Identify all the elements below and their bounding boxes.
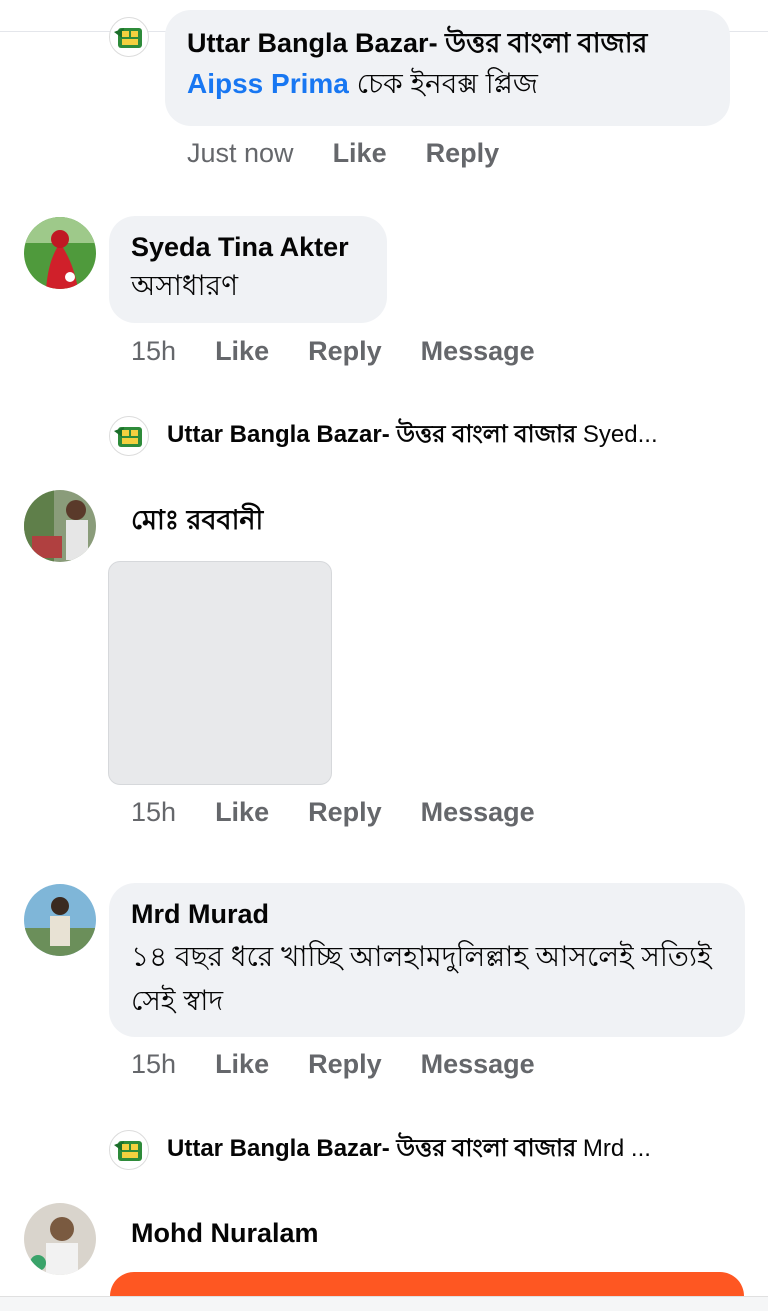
page-avatar[interactable]: [109, 17, 149, 57]
user-photo-icon: [24, 217, 96, 289]
reply-preview[interactable]: Uttar Bangla Bazar- উত্তর বাংলা বাজার Mr…: [109, 1130, 749, 1170]
message-button[interactable]: Message: [421, 336, 535, 367]
reply-preview-snippet: Mrd ...: [576, 1135, 651, 1162]
reply-preview-author: Uttar Bangla Bazar- উত্তর বাংলা বাজার: [167, 1135, 577, 1162]
comment-text-body: চেক ইনবক্স প্লিজ: [348, 68, 538, 99]
reply-button[interactable]: Reply: [308, 336, 382, 367]
like-button[interactable]: Like: [333, 138, 387, 169]
page-avatar: [109, 1130, 149, 1170]
message-button[interactable]: Message: [421, 797, 535, 828]
page-logo-icon: [114, 28, 142, 48]
timestamp[interactable]: 15h: [131, 336, 176, 367]
comment-actions: 15h Like Reply Message: [131, 336, 574, 367]
comment-media-placeholder[interactable]: [108, 561, 332, 785]
reply-bubble: Uttar Bangla Bazar- উত্তর বাংলা বাজার Ai…: [165, 10, 730, 126]
user-photo-icon: [24, 884, 96, 956]
comment-text: ১৪ বছর ধরে খাচ্ছি আলহামদুলিল্লাহ আসলেই স…: [131, 941, 712, 1016]
mention-link[interactable]: Aipss Prima: [187, 68, 349, 99]
avatar[interactable]: [24, 1203, 96, 1275]
reply-preview-text: Uttar Bangla Bazar- উত্তর বাংলা বাজার Sy…: [167, 416, 658, 456]
comment-author[interactable]: Mohd Nuralam: [131, 1216, 319, 1250]
reply-preview-author: Uttar Bangla Bazar- উত্তর বাংলা বাজার: [167, 421, 577, 448]
page-avatar: [109, 416, 149, 456]
comment-actions: 15h Like Reply Message: [131, 797, 574, 828]
avatar[interactable]: [24, 884, 96, 956]
page-logo-icon: [114, 1141, 142, 1161]
reply-button[interactable]: Reply: [426, 138, 500, 169]
reply-preview-snippet: Syed...: [576, 421, 658, 448]
comment-text: Aipss Prima চেক ইনবক্স প্লিজ: [187, 62, 708, 106]
timestamp[interactable]: 15h: [131, 1049, 176, 1080]
comment-author[interactable]: Mrd Murad: [131, 897, 723, 931]
message-button[interactable]: Message: [421, 1049, 535, 1080]
comment-author[interactable]: মোঃ রববানী: [131, 503, 263, 537]
like-button[interactable]: Like: [215, 797, 269, 828]
user-photo-icon: [24, 1203, 96, 1275]
comment-bubble: Mrd Murad ১৪ বছর ধরে খাচ্ছি আলহামদুলিল্ল…: [109, 883, 745, 1037]
reply-preview[interactable]: Uttar Bangla Bazar- উত্তর বাংলা বাজার Sy…: [109, 416, 749, 456]
comment-text: অসাধারণ: [131, 270, 239, 301]
comment-actions: Just now Like Reply: [187, 138, 538, 169]
like-button[interactable]: Like: [215, 336, 269, 367]
avatar[interactable]: [24, 490, 96, 562]
comment-author[interactable]: Syeda Tina Akter: [131, 230, 365, 264]
page-logo-icon: [114, 427, 142, 447]
reply-button[interactable]: Reply: [308, 797, 382, 828]
bottom-bar: [0, 1296, 768, 1311]
comment-author[interactable]: Uttar Bangla Bazar- উত্তর বাংলা বাজার: [187, 26, 708, 60]
like-button[interactable]: Like: [215, 1049, 269, 1080]
comment-bubble: Syeda Tina Akter অসাধারণ: [109, 216, 387, 323]
timestamp[interactable]: Just now: [187, 138, 294, 169]
comment-actions: 15h Like Reply Message: [131, 1049, 574, 1080]
reply-preview-text: Uttar Bangla Bazar- উত্তর বাংলা বাজার Mr…: [167, 1130, 651, 1170]
user-photo-icon: [24, 490, 96, 562]
timestamp[interactable]: 15h: [131, 797, 176, 828]
reply-button[interactable]: Reply: [308, 1049, 382, 1080]
avatar[interactable]: [24, 217, 96, 289]
